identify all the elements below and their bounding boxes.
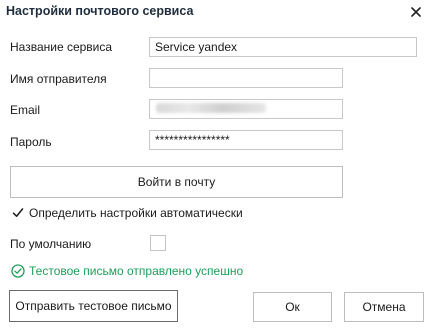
email-redaction-blur (156, 103, 266, 113)
auto-settings-checkbox[interactable] (11, 206, 25, 220)
ok-button[interactable]: Ок (253, 292, 332, 322)
dialog-title: Настройки почтового сервиса (6, 4, 194, 18)
login-button[interactable]: Войти в почту (10, 166, 343, 198)
mail-settings-dialog: Настройки почтового сервиса Название сер… (0, 0, 433, 333)
service-name-input[interactable] (149, 37, 417, 57)
sender-name-label: Имя отправителя (10, 72, 107, 86)
email-label: Email (10, 103, 41, 117)
password-input[interactable] (149, 130, 343, 150)
title-bar: Настройки почтового сервиса (0, 0, 433, 24)
send-test-button[interactable]: Отправить тестовое письмо (9, 290, 178, 322)
close-icon[interactable] (407, 3, 425, 21)
service-name-label: Название сервиса (10, 40, 113, 54)
default-checkbox[interactable] (150, 235, 166, 251)
status-message: Тестовое письмо отправлено успешно (11, 264, 243, 278)
default-label: По умолчанию (10, 237, 92, 251)
sender-name-input[interactable] (149, 68, 343, 88)
status-text: Тестовое письмо отправлено успешно (29, 264, 244, 278)
auto-settings-label[interactable]: Определить настройки автоматически (29, 206, 243, 220)
cancel-button[interactable]: Отмена (344, 292, 424, 322)
checkmark-icon (12, 208, 24, 217)
password-label: Пароль (10, 135, 52, 149)
check-circle-icon (11, 264, 25, 278)
